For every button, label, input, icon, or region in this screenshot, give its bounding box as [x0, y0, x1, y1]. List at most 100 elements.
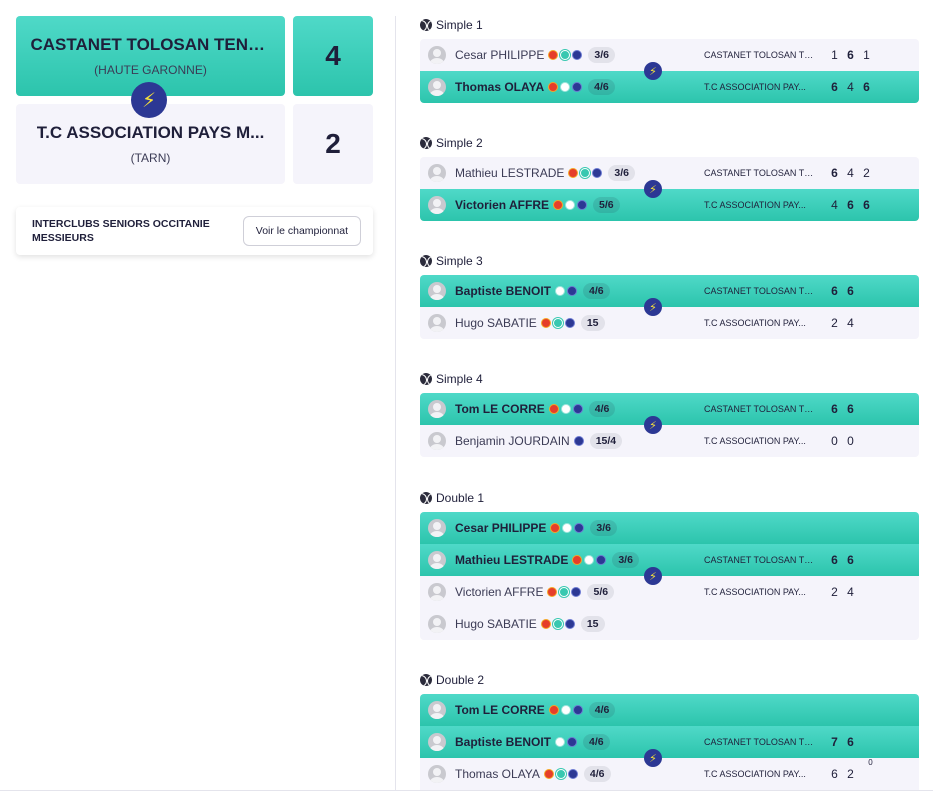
player-row[interactable]: Benjamin JOURDAIN 15/4 T.C ASSOCIATION P… [420, 425, 919, 457]
player-row[interactable]: Tom LE CORRE 4/6 [420, 694, 919, 726]
player-rank: 4/6 [583, 734, 610, 750]
player-name[interactable]: Tom LE CORRE [455, 402, 545, 416]
player-rank: 4/6 [588, 79, 615, 95]
fire-badge-icon [540, 619, 551, 629]
club-name: CASTANET TOLOSAN TE... [704, 404, 816, 414]
bolt-icon: ⚡ [644, 567, 662, 585]
wave-badge-icon [560, 82, 571, 92]
wave-badge-icon [555, 737, 566, 747]
globe-badge-icon [572, 50, 583, 60]
player-name[interactable]: Cesar PHILIPPE [455, 48, 544, 62]
teal-badge-icon [555, 769, 566, 779]
teal-badge-icon [580, 168, 591, 178]
avatar [428, 551, 446, 569]
tennis-ball-icon [420, 492, 432, 504]
bolt-icon: ⚡ [644, 749, 662, 767]
set-scores: 66 [831, 284, 854, 298]
match-title: Double 1 [420, 489, 919, 507]
set-scores: 00 [831, 434, 854, 448]
player-row[interactable]: Tom LE CORRE 4/6 CASTANET TOLOSAN TE... … [420, 393, 919, 425]
globe-badge-icon [596, 555, 607, 565]
fire-badge-icon [572, 555, 583, 565]
avatar [428, 196, 446, 214]
globe-badge-icon [572, 82, 583, 92]
globe-badge-icon [574, 523, 585, 533]
club-name: CASTANET TOLOSAN TE... [704, 737, 816, 747]
away-team-score: 2 [293, 104, 373, 184]
player-name[interactable]: Cesar PHILIPPE [455, 521, 546, 535]
view-championship-button[interactable]: Voir le championnat [242, 216, 361, 246]
player-name[interactable]: Hugo SABATIE [455, 617, 537, 631]
player-rank: 15/4 [589, 433, 623, 449]
player-row[interactable]: Hugo SABATIE 15 T.C ASSOCIATION PAY... 2… [420, 307, 919, 339]
player-row[interactable]: Baptiste BENOIT 4/6 CASTANET TOLOSAN TE.… [420, 726, 919, 758]
player-name[interactable]: Victorien AFFRE [455, 198, 549, 212]
player-name[interactable]: Baptiste BENOIT [455, 284, 551, 298]
set-scores: 161 [831, 48, 870, 62]
avatar [428, 164, 446, 182]
wave-badge-icon [560, 404, 571, 414]
tennis-ball-icon [420, 674, 432, 686]
player-name[interactable]: Benjamin JOURDAIN [455, 434, 570, 448]
globe-badge-icon [567, 769, 578, 779]
player-name[interactable]: Hugo SABATIE [455, 316, 537, 330]
player-name[interactable]: Thomas OLAYA [455, 80, 544, 94]
match-double-2: Double 2 Tom LE CORRE 4/6 Baptiste BENOI… [420, 671, 919, 790]
away-team-name: T.C ASSOCIATION PAYS M... [36, 123, 265, 142]
match-simple-2: Simple 2 Mathieu LESTRADE 3/6 CASTANET T… [420, 134, 919, 221]
globe-badge-icon [577, 200, 588, 210]
player-rank: 15 [580, 616, 605, 632]
globe-badge-icon [571, 587, 582, 597]
match-simple-4: Simple 4 Tom LE CORRE 4/6 CASTANET TOLOS… [420, 370, 919, 457]
avatar [428, 733, 446, 751]
fire-badge-icon [568, 168, 579, 178]
set-scores: 66 [831, 553, 854, 567]
player-row[interactable]: Thomas OLAYA 4/6 T.C ASSOCIATION PAY... … [420, 758, 919, 790]
championship-box: INTERCLUBS SENIORS OCCITANIE MESSIEURS V… [16, 207, 373, 255]
wave-badge-icon [565, 200, 576, 210]
fire-badge-icon [548, 705, 559, 715]
club-name: T.C ASSOCIATION PAY... [704, 82, 806, 92]
player-name[interactable]: Tom LE CORRE [455, 703, 545, 717]
match-title: Simple 3 [420, 252, 919, 270]
player-name[interactable]: Victorien AFFRE [455, 585, 543, 599]
avatar [428, 519, 446, 537]
player-name[interactable]: Thomas OLAYA [455, 767, 540, 781]
player-row[interactable]: Cesar PHILIPPE 3/6 [420, 512, 919, 544]
player-row[interactable]: Baptiste BENOIT 4/6 CASTANET TOLOSAN TE.… [420, 275, 919, 307]
home-team-region: (HAUTE GARONNE) [94, 63, 207, 77]
avatar [428, 78, 446, 96]
set-scores: 24 [831, 316, 854, 330]
bolt-icon: ⚡ [644, 416, 662, 434]
player-name[interactable]: Mathieu LESTRADE [455, 166, 564, 180]
avatar [428, 314, 446, 332]
club-name: CASTANET TOLOSAN TE... [704, 555, 816, 565]
club-name: CASTANET TOLOSAN TE... [704, 168, 816, 178]
player-rank: 15 [580, 315, 605, 331]
tiebreak-score: 0 [868, 758, 873, 767]
club-name: T.C ASSOCIATION PAY... [704, 318, 806, 328]
player-name[interactable]: Baptiste BENOIT [455, 735, 551, 749]
fire-badge-icon [543, 769, 554, 779]
championship-title: INTERCLUBS SENIORS OCCITANIE MESSIEURS [32, 218, 210, 244]
player-row[interactable]: Mathieu LESTRADE 3/6 CASTANET TOLOSAN TE… [420, 544, 919, 576]
player-name[interactable]: Mathieu LESTRADE [455, 553, 568, 567]
wave-badge-icon [562, 523, 573, 533]
set-scores: 24 [831, 585, 854, 599]
match-simple-3: Simple 3 Baptiste BENOIT 4/6 CASTANET TO… [420, 252, 919, 339]
match-title: Simple 1 [420, 16, 919, 34]
panel-divider [395, 16, 396, 791]
fire-badge-icon [553, 200, 564, 210]
player-row[interactable]: Cesar PHILIPPE 3/6 CASTANET TOLOSAN TE..… [420, 39, 919, 71]
club-name: T.C ASSOCIATION PAY... [704, 436, 806, 446]
player-row[interactable]: Victorien AFFRE 5/6 T.C ASSOCIATION PAY.… [420, 576, 919, 608]
globe-badge-icon [564, 318, 575, 328]
set-scores: 642 [831, 166, 870, 180]
player-row[interactable]: Victorien AFFRE 5/6 T.C ASSOCIATION PAY.… [420, 189, 919, 221]
player-row[interactable]: Hugo SABATIE 15 [420, 608, 919, 640]
set-scores: 76 [831, 735, 854, 749]
teal-badge-icon [559, 587, 570, 597]
player-row[interactable]: Thomas OLAYA 4/6 T.C ASSOCIATION PAY... … [420, 71, 919, 103]
player-row[interactable]: Mathieu LESTRADE 3/6 CASTANET TOLOSAN TE… [420, 157, 919, 189]
wave-badge-icon [584, 555, 595, 565]
